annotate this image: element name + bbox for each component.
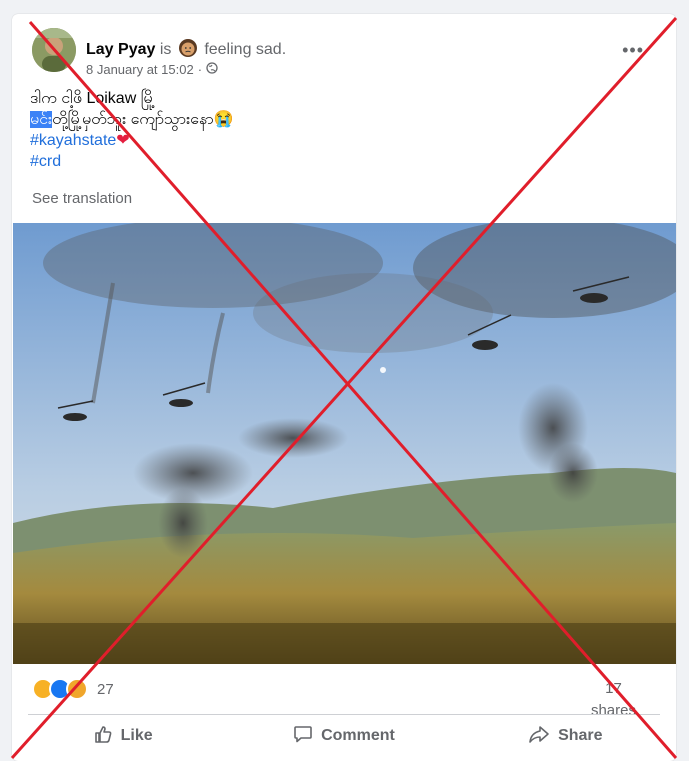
post-text-line2-rest: တို့မြို့မှတ်ဘူး ကျော်သွားနော😭 bbox=[52, 111, 234, 128]
more-options-icon[interactable]: ••• bbox=[622, 40, 644, 61]
feeling-text: feeling sad. bbox=[204, 41, 287, 58]
shares-number: 17 bbox=[605, 680, 622, 697]
like-label: Like bbox=[120, 727, 153, 744]
see-translation-link[interactable]: See translation bbox=[32, 190, 132, 207]
globe-icon bbox=[206, 62, 218, 77]
is-text: is bbox=[159, 41, 172, 58]
heart-icon: ❤ bbox=[116, 132, 130, 149]
timestamp[interactable]: 8 January at 15:02 bbox=[86, 62, 194, 77]
reactions-summary[interactable]: 27 bbox=[32, 678, 114, 700]
comment-button[interactable]: Comment bbox=[233, 716, 454, 756]
author-name[interactable]: Lay Pyay bbox=[86, 41, 155, 58]
meta-separator: · bbox=[197, 62, 203, 77]
share-label: Share bbox=[558, 727, 603, 744]
divider bbox=[28, 714, 660, 715]
post-header-line: Lay Pyay is feeling sad. bbox=[86, 38, 286, 59]
hashtag-line: #kayahstate❤ bbox=[30, 130, 234, 151]
comment-icon bbox=[293, 724, 313, 749]
reaction-count: 27 bbox=[97, 680, 114, 698]
post-text-line2: မင်းတို့မြို့မှတ်ဘူး ကျော်သွားနော😭 bbox=[30, 109, 234, 130]
hashtag-crd[interactable]: #crd bbox=[30, 153, 61, 170]
sad-face-icon bbox=[178, 38, 198, 58]
like-button[interactable]: Like bbox=[12, 716, 233, 756]
share-arrow-icon bbox=[528, 724, 550, 749]
post-meta: 8 January at 15:02 · bbox=[86, 62, 218, 77]
care-reaction-icon bbox=[66, 678, 88, 700]
hashtag-kayahstate[interactable]: #kayahstate bbox=[30, 132, 116, 149]
post-text: ဒါက ငါ့ဖိ Loikaw မြို့ မင်းတို့မြို့မှတ်… bbox=[30, 88, 234, 172]
avatar[interactable] bbox=[32, 28, 76, 72]
post-text-line1: ဒါက ငါ့ဖိ Loikaw မြို့ bbox=[30, 90, 155, 107]
highlighted-word: မင်း bbox=[30, 111, 53, 128]
action-bar: Like Comment Share bbox=[12, 716, 676, 756]
comment-label: Comment bbox=[321, 727, 395, 744]
share-button[interactable]: Share bbox=[455, 716, 676, 756]
post-photo[interactable] bbox=[13, 223, 676, 664]
thumbs-up-icon bbox=[93, 724, 113, 749]
post-card: Lay Pyay is feeling sad. 8 January at 15… bbox=[12, 14, 676, 761]
